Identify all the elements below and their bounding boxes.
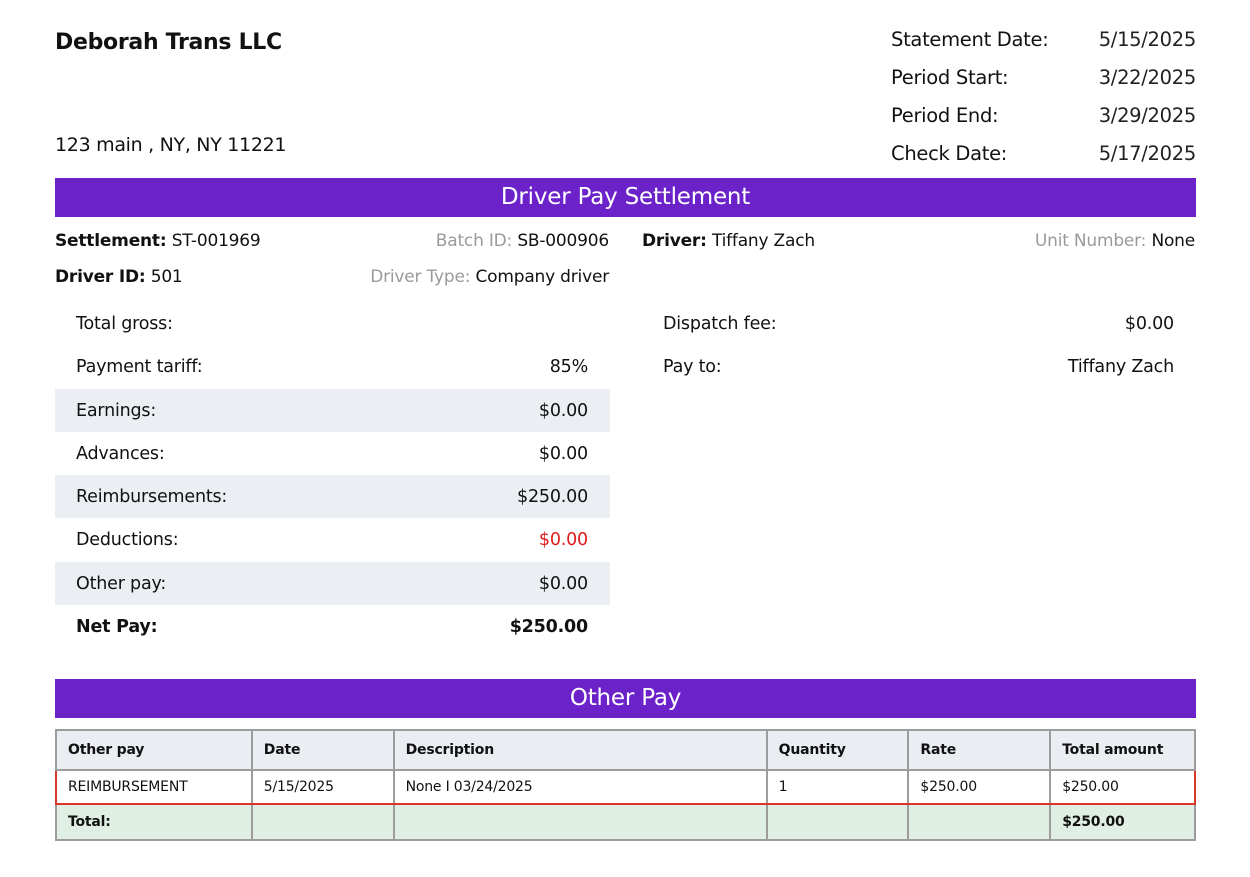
summary-value: $0.00 [538, 443, 588, 464]
settlement-label: Settlement: [55, 231, 167, 251]
settlement-info: Settlement: ST-001969 [55, 231, 261, 251]
driver-value: Tiffany Zach [711, 231, 815, 251]
driver-id-info: Driver ID: 501 [55, 267, 183, 287]
other-pay-banner: Other Pay [55, 679, 1196, 718]
table-cell: $250.00 [1049, 769, 1196, 805]
unit-info: Unit Number: None [1035, 231, 1195, 251]
table-cell: $250.00 [907, 769, 1052, 805]
summary-label: Earnings: [76, 400, 157, 421]
column-header: Date [250, 729, 395, 771]
summary-label: Pay to: [663, 357, 722, 378]
summary-label: Net Pay: [76, 617, 158, 638]
summary-row-pay-to: Pay to: Tiffany Zach [642, 345, 1196, 388]
summary-row-payment-tariff: Payment tariff: 85% [55, 345, 610, 388]
summary-value: Tiffany Zach [1067, 357, 1174, 378]
table-total-row: Total: $250.00 [55, 803, 1196, 841]
table-cell: None I 03/24/2025 [392, 769, 768, 805]
summary-label: Deductions: [76, 530, 179, 551]
check-date-row: Check Date: 5/17/2025 [891, 142, 1196, 180]
summary-row-total-gross: Total gross: [55, 302, 610, 345]
summary-value: $0.00 [1124, 314, 1174, 334]
period-end-label: Period End: [891, 104, 999, 127]
batch-info: Batch ID: SB-000906 [436, 231, 609, 251]
summary-label: Dispatch fee: [663, 314, 777, 334]
table-row[interactable]: REIMBURSEMENT 5/15/2025 None I 03/24/202… [55, 769, 1196, 805]
driver-info: Driver: Tiffany Zach [642, 231, 815, 251]
summary-row-advances: Advances: $0.00 [55, 432, 610, 475]
pay-summary: Total gross: Payment tariff: 85% Earning… [55, 302, 610, 648]
summary-row-deductions: Deductions: $0.00 [55, 518, 610, 561]
table-cell [765, 803, 910, 841]
driver-pay-settlement-banner: Driver Pay Settlement [55, 178, 1196, 217]
table-cell: 5/15/2025 [250, 769, 395, 805]
summary-value: $250.00 [517, 487, 588, 508]
company-name: Deborah Trans LLC [55, 30, 282, 55]
table-cell: 1 [765, 769, 910, 805]
summary-row-net-pay: Net Pay: $250.00 [55, 605, 610, 648]
unit-label: Unit Number: [1034, 231, 1147, 251]
summary-label: Other pay: [76, 573, 167, 594]
period-start-label: Period Start: [891, 66, 1009, 89]
driver-type-label: Driver Type: [370, 267, 471, 287]
summary-value: 85% [549, 357, 588, 378]
driver-id-value: 501 [150, 267, 183, 287]
right-summary: Dispatch fee: $0.00 Pay to: Tiffany Zach [642, 302, 1196, 389]
statement-dates: Statement Date: 5/15/2025 Period Start: … [891, 28, 1196, 180]
summary-row-reimbursements: Reimbursements: $250.00 [55, 475, 610, 519]
driver-type-info: Driver Type: Company driver [370, 267, 609, 287]
company-address: 123 main , NY, NY 11221 [55, 134, 287, 156]
summary-value: $0.00 [538, 400, 588, 421]
summary-row-other-pay: Other pay: $0.00 [55, 561, 610, 606]
driver-type-value: Company driver [475, 267, 610, 287]
table-cell [250, 803, 395, 841]
total-label: Total: [55, 803, 253, 841]
summary-label: Payment tariff: [76, 357, 203, 378]
statement-date-row: Statement Date: 5/15/2025 [891, 28, 1196, 66]
driver-id-label: Driver ID: [55, 267, 146, 287]
period-end-row: Period End: 3/29/2025 [891, 104, 1196, 142]
summary-label: Reimbursements: [76, 487, 228, 508]
column-header: Description [392, 729, 768, 771]
table-cell [907, 803, 1052, 841]
settlement-value: ST-001969 [171, 231, 261, 251]
statement-date-label: Statement Date: [891, 28, 1049, 51]
batch-value: SB-000906 [517, 231, 609, 251]
summary-value-deductions: $0.00 [538, 530, 588, 551]
period-start-value: 3/22/2025 [1098, 66, 1197, 89]
summary-label: Total gross: [76, 314, 173, 334]
summary-row-dispatch-fee: Dispatch fee: $0.00 [642, 302, 1196, 345]
unit-value: None [1151, 231, 1195, 251]
column-header: Total amount [1049, 729, 1196, 771]
batch-label: Batch ID: [435, 231, 513, 251]
period-start-row: Period Start: 3/22/2025 [891, 66, 1196, 104]
summary-row-earnings: Earnings: $0.00 [55, 388, 610, 432]
table-cell [392, 803, 768, 841]
column-header: Other pay [55, 729, 253, 771]
total-value: $250.00 [1049, 803, 1196, 841]
other-pay-table: Other pay Date Description Quantity Rate… [55, 729, 1196, 841]
summary-value: $250.00 [509, 617, 589, 638]
table-header-row: Other pay Date Description Quantity Rate… [55, 729, 1196, 771]
driver-label: Driver: [642, 231, 707, 251]
column-header: Quantity [765, 729, 910, 771]
check-date-value: 5/17/2025 [1098, 142, 1197, 165]
summary-label: Advances: [76, 443, 165, 464]
table-cell: REIMBURSEMENT [55, 769, 253, 805]
period-end-value: 3/29/2025 [1098, 104, 1197, 127]
statement-date-value: 5/15/2025 [1098, 28, 1197, 51]
column-header: Rate [907, 729, 1052, 771]
check-date-label: Check Date: [891, 142, 1008, 165]
summary-value: $0.00 [538, 573, 588, 594]
